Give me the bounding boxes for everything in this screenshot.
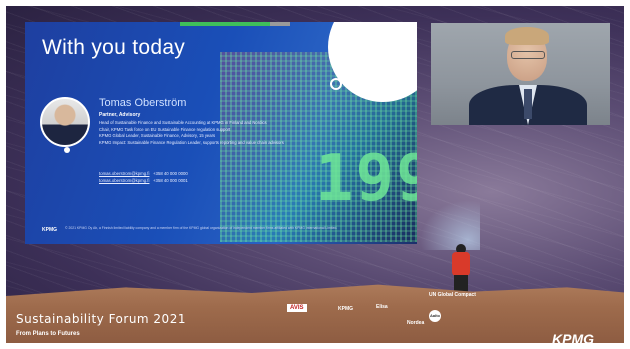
avatar-dot — [64, 147, 70, 153]
contact-email-link[interactable]: tomas.oberstrom@kpmg.fi — [99, 171, 149, 176]
speaker-tie — [524, 89, 532, 119]
ticker-digits-decoration: 199 — [315, 142, 417, 216]
speaker-avatar — [40, 97, 90, 147]
contact-phone: +358 40 000 0000 — [153, 171, 188, 176]
speaker-role: Partner, Advisory — [99, 112, 141, 118]
progress-bar-remaining — [270, 22, 290, 26]
slide-title: With you today — [42, 36, 186, 59]
sponsor-logos: AVIS KPMG Elisa Nordea UN Global Compact… — [255, 292, 525, 344]
speaker-hair — [505, 27, 549, 45]
hiker-jacket — [452, 252, 470, 276]
progress-bar — [180, 22, 270, 26]
presentation-slide: 199 With you today Tomas Oberström Partn… — [25, 22, 417, 244]
sponsor-logo: Aalto — [429, 310, 441, 322]
speaker-glasses — [511, 51, 545, 59]
slide-footer-text: © 2021 KPMG Oy Ab, a Finnish limited lia… — [65, 226, 338, 230]
sponsor-logo: UN Global Compact — [429, 292, 476, 298]
speaker-contact: tomas.oberstrom@kpmg.fi +358 40 000 0000… — [99, 170, 188, 184]
sponsor-logo: Nordea — [407, 320, 425, 326]
speaker-video-tile[interactable] — [431, 23, 610, 125]
speaker-name: Tomas Oberström — [99, 97, 187, 109]
hiker-figure — [450, 242, 472, 295]
sponsor-logo: AVIS — [287, 304, 307, 312]
speaker-bio: Head of Sustainable Finance and Sustaina… — [99, 120, 359, 146]
decorative-ring — [330, 78, 342, 90]
event-stream-frame: 199 With you today Tomas Oberström Partn… — [0, 0, 630, 349]
slide-kpmg-logo: KPMG — [42, 227, 57, 233]
event-subtitle: From Plans to Futures — [16, 331, 80, 337]
sponsor-logo: Elisa — [376, 304, 388, 310]
bio-line: KPMG Impact: Sustainable Finance Regulat… — [99, 139, 284, 145]
event-title: Sustainability Forum 2021 — [16, 312, 186, 326]
contact-email-link-2[interactable]: tomas.oberstrom@kpmg.fi — [99, 178, 149, 183]
contact-phone-2: +358 40 000 0001 — [153, 178, 188, 183]
kpmg-footer-logo: KPMG — [552, 331, 594, 347]
sponsor-logo: KPMG — [338, 306, 353, 312]
